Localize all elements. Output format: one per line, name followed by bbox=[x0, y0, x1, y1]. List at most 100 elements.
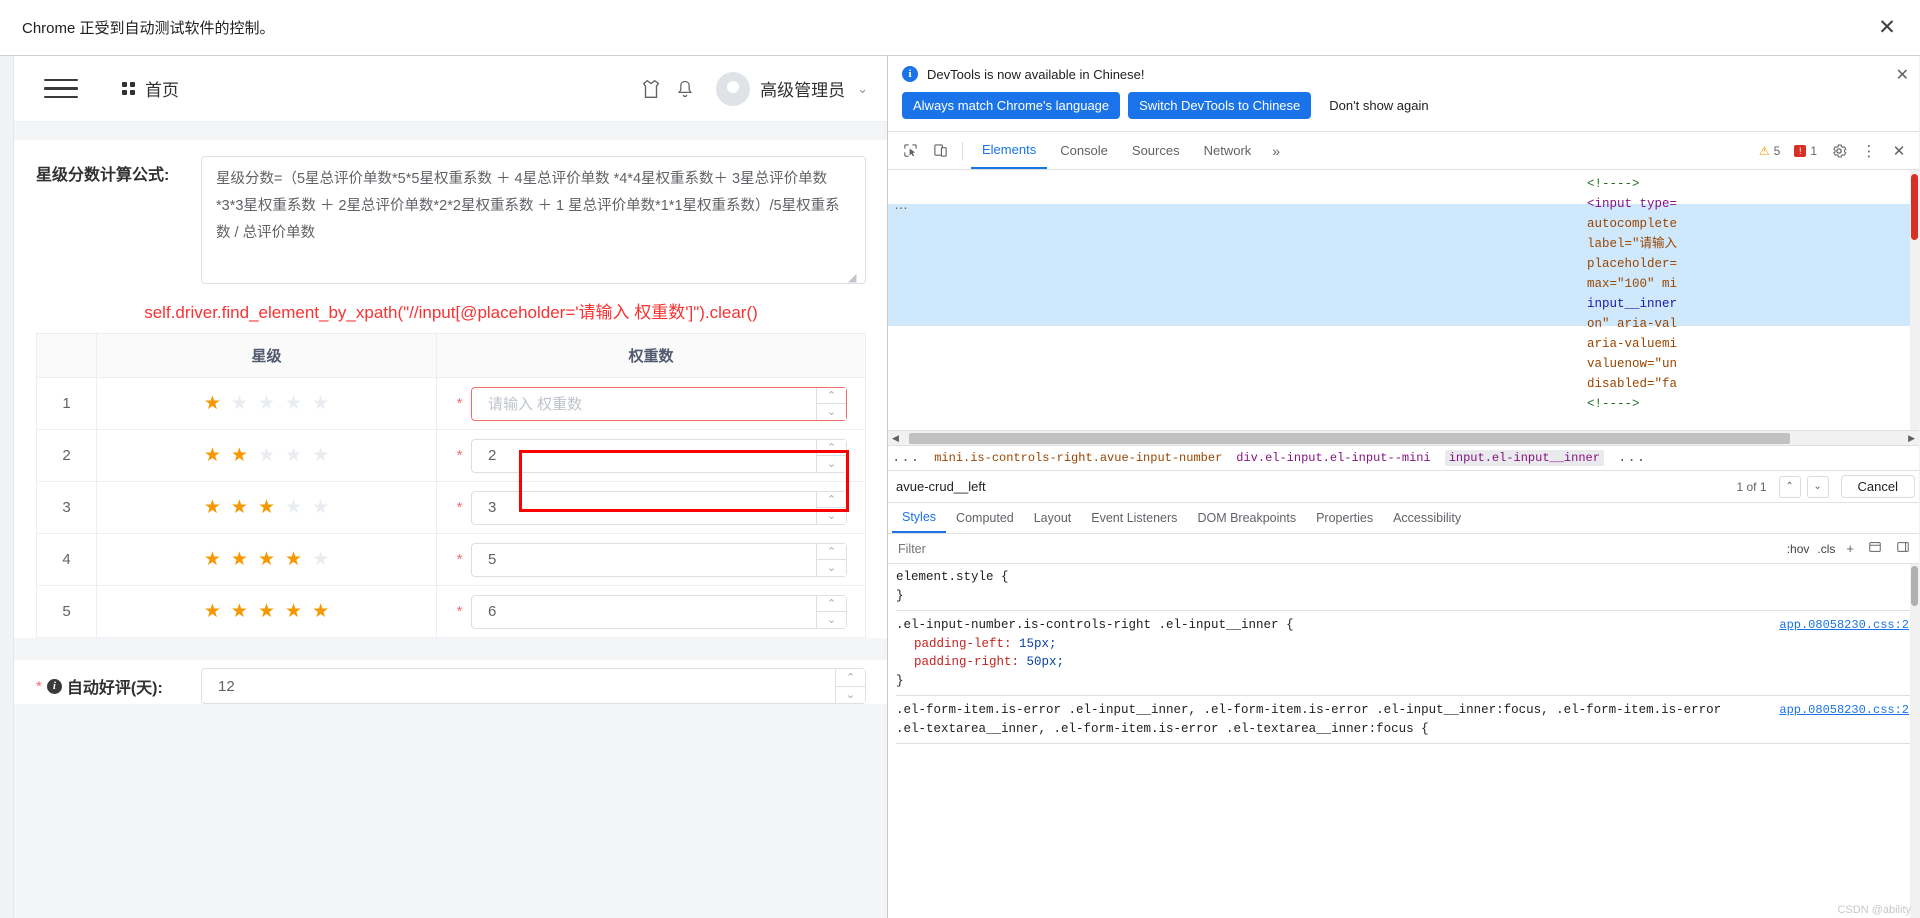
bell-icon[interactable] bbox=[668, 72, 702, 106]
css-declaration[interactable]: padding-right: 50px; bbox=[896, 653, 1749, 672]
code-line: aria-valuemi bbox=[1587, 337, 1678, 351]
css-selector[interactable]: .el-input-number.is-controls-right .el-i… bbox=[896, 616, 1749, 635]
grid-icon bbox=[122, 82, 135, 95]
search-input[interactable] bbox=[896, 479, 1731, 494]
textarea-resize-grip[interactable]: ◢ bbox=[848, 272, 860, 284]
chevron-down-icon[interactable]: ⌄ bbox=[817, 404, 846, 420]
weight-stepper[interactable]: ⌃ ⌄ bbox=[816, 543, 846, 576]
cls-toggle[interactable]: .cls bbox=[1817, 542, 1835, 556]
chevron-down-icon[interactable]: ⌄ bbox=[836, 686, 865, 703]
chevron-up-icon[interactable]: ⌃ bbox=[817, 491, 846, 508]
tab-elements[interactable]: Elements bbox=[971, 132, 1048, 169]
formula-label: 星级分数计算公式: bbox=[36, 167, 170, 184]
chevron-down-icon[interactable]: ⌄ bbox=[817, 560, 846, 576]
close-icon[interactable]: ✕ bbox=[1896, 68, 1909, 84]
breadcrumb-item-selected[interactable]: input.el-input__inner bbox=[1444, 450, 1604, 466]
css-source-link[interactable]: app.08058230.css:2 bbox=[1779, 616, 1909, 635]
code-line: on" aria-val bbox=[1587, 317, 1678, 331]
page-content: 首页 高级管理员 ⌄ 星级分数计算公式: 星级分数=（5星总评价单数*5*5星权… bbox=[14, 56, 887, 918]
nav-home-tab[interactable]: 首页 bbox=[122, 76, 179, 101]
device-toolbar-icon[interactable] bbox=[926, 137, 954, 165]
chevron-up-icon[interactable]: ⌃ bbox=[817, 387, 846, 404]
chevron-up-icon[interactable]: ⌃ bbox=[1778, 475, 1801, 498]
error-count-badge[interactable]: ! 1 bbox=[1788, 144, 1823, 158]
dont-show-again-button[interactable]: Don't show again bbox=[1319, 92, 1438, 119]
chevron-down-icon[interactable]: ⌄ bbox=[817, 456, 846, 472]
hov-toggle[interactable]: :hov bbox=[1787, 542, 1810, 556]
styles-subtab-properties[interactable]: Properties bbox=[1306, 503, 1383, 533]
plus-icon[interactable]: + bbox=[1843, 541, 1857, 556]
weight-number-input[interactable]: 5 ⌃ ⌄ bbox=[471, 542, 847, 577]
chevron-double-right-icon[interactable]: » bbox=[1264, 143, 1288, 159]
switch-devtools-chinese-button[interactable]: Switch DevTools to Chinese bbox=[1128, 92, 1312, 119]
tab-sources[interactable]: Sources bbox=[1121, 132, 1191, 169]
more-vertical-icon[interactable]: ⋮ bbox=[1855, 137, 1883, 165]
weight-number-input[interactable]: 请输入 权重数 ⌃ ⌄ bbox=[471, 386, 847, 421]
avatar[interactable] bbox=[716, 71, 751, 106]
chevron-up-icon[interactable]: ⌃ bbox=[817, 595, 846, 612]
chevron-down-icon[interactable]: ⌄ bbox=[857, 81, 868, 97]
scroll-left-arrow-icon[interactable]: ◀ bbox=[888, 433, 903, 444]
close-icon[interactable]: ✕ bbox=[1885, 137, 1913, 165]
css-selector[interactable]: element.style { bbox=[896, 568, 1749, 587]
hscroll-thumb[interactable] bbox=[908, 432, 1790, 444]
elements-vertical-scrollbar[interactable] bbox=[1910, 170, 1919, 430]
styles-subtab-layout[interactable]: Layout bbox=[1024, 503, 1082, 533]
tree-ellipsis[interactable]: … bbox=[894, 196, 909, 212]
weight-stepper[interactable]: ⌃ ⌄ bbox=[816, 387, 846, 420]
auto-review-stepper[interactable]: ⌃ ⌄ bbox=[835, 669, 865, 703]
chevron-down-icon[interactable]: ⌄ bbox=[1806, 475, 1829, 498]
chevron-down-icon[interactable]: ⌄ bbox=[817, 612, 846, 628]
weight-stepper[interactable]: ⌃ ⌄ bbox=[816, 595, 846, 628]
rule-divider bbox=[896, 695, 1919, 696]
warning-count-badge[interactable]: ⚠ 5 bbox=[1753, 144, 1786, 158]
weight-stepper[interactable]: ⌃ ⌄ bbox=[816, 491, 846, 524]
gear-icon[interactable] bbox=[1825, 137, 1853, 165]
breadcrumb-item[interactable]: mini.is-controls-right.avue-input-number bbox=[934, 451, 1222, 465]
cancel-button[interactable]: Cancel bbox=[1840, 475, 1915, 498]
styles-subtab-dom-breakpoints[interactable]: DOM Breakpoints bbox=[1187, 503, 1306, 533]
breadcrumb-overflow[interactable]: ... bbox=[892, 450, 920, 466]
table-header-star: 星级 bbox=[96, 333, 437, 378]
hscroll-track[interactable] bbox=[903, 432, 1904, 444]
close-icon[interactable]: ✕ bbox=[1872, 13, 1902, 43]
weight-stepper[interactable]: ⌃ ⌄ bbox=[816, 439, 846, 472]
formula-textarea[interactable]: 星级分数=（5星总评价单数*5*5星权重系数 ＋ 4星总评价单数 *4*4星权重… bbox=[201, 156, 866, 284]
hamburger-icon[interactable] bbox=[44, 76, 78, 102]
css-declaration[interactable]: padding-left: 15px; bbox=[896, 635, 1749, 654]
css-selector[interactable]: .el-form-item.is-error .el-input__inner,… bbox=[896, 701, 1749, 738]
weight-number-input[interactable]: 3 ⌃ ⌄ bbox=[471, 490, 847, 525]
auto-review-input[interactable]: 12 ⌃ ⌄ bbox=[201, 668, 866, 704]
breadcrumb-item[interactable]: div.el-input.el-input--mini bbox=[1236, 451, 1430, 465]
chevron-down-icon[interactable]: ⌄ bbox=[817, 508, 846, 524]
tab-console[interactable]: Console bbox=[1049, 132, 1119, 169]
elements-horizontal-scrollbar[interactable]: ◀ ▶ bbox=[888, 430, 1919, 445]
layers-icon[interactable] bbox=[1865, 540, 1885, 557]
filter-input[interactable] bbox=[898, 541, 1779, 556]
row-index-cell: 3 bbox=[36, 481, 97, 534]
shirt-icon[interactable] bbox=[634, 72, 668, 106]
scroll-right-arrow-icon[interactable]: ▶ bbox=[1904, 433, 1919, 444]
elements-tree-body[interactable]: … <!----> <input type= autocomplete label="… bbox=[888, 170, 1919, 430]
scrollbar-thumb[interactable] bbox=[1911, 174, 1918, 240]
styles-subtab-event-listeners[interactable]: Event Listeners bbox=[1081, 503, 1187, 533]
weight-number-input[interactable]: 2 ⌃ ⌄ bbox=[471, 438, 847, 473]
chevron-up-icon[interactable]: ⌃ bbox=[817, 543, 846, 560]
breadcrumb-overflow[interactable]: ... bbox=[1618, 450, 1646, 466]
page-left-edge bbox=[0, 56, 14, 918]
styles-subtab-computed[interactable]: Computed bbox=[946, 503, 1024, 533]
weight-number-input[interactable]: 6 ⌃ ⌄ bbox=[471, 594, 847, 629]
chevron-up-icon[interactable]: ⌃ bbox=[836, 669, 865, 687]
tab-network[interactable]: Network bbox=[1193, 132, 1263, 169]
css-source-link[interactable]: app.08058230.css:2 bbox=[1779, 701, 1909, 720]
star-icon: ★ bbox=[230, 601, 248, 622]
formula-form-row: 星级分数计算公式: 星级分数=（5星总评价单数*5*5星权重系数 ＋ 4星总评价… bbox=[14, 140, 887, 284]
always-match-language-button[interactable]: Always match Chrome's language bbox=[902, 92, 1121, 119]
styles-subtab-accessibility[interactable]: Accessibility bbox=[1383, 503, 1471, 533]
sidebar-toggle-icon[interactable] bbox=[1893, 540, 1913, 557]
styles-subtab-styles[interactable]: Styles bbox=[892, 503, 947, 533]
info-icon[interactable]: i bbox=[46, 678, 62, 694]
inspect-cursor-icon[interactable] bbox=[896, 137, 924, 165]
chevron-up-icon[interactable]: ⌃ bbox=[817, 439, 846, 456]
weight-input-value: 3 bbox=[488, 499, 497, 516]
